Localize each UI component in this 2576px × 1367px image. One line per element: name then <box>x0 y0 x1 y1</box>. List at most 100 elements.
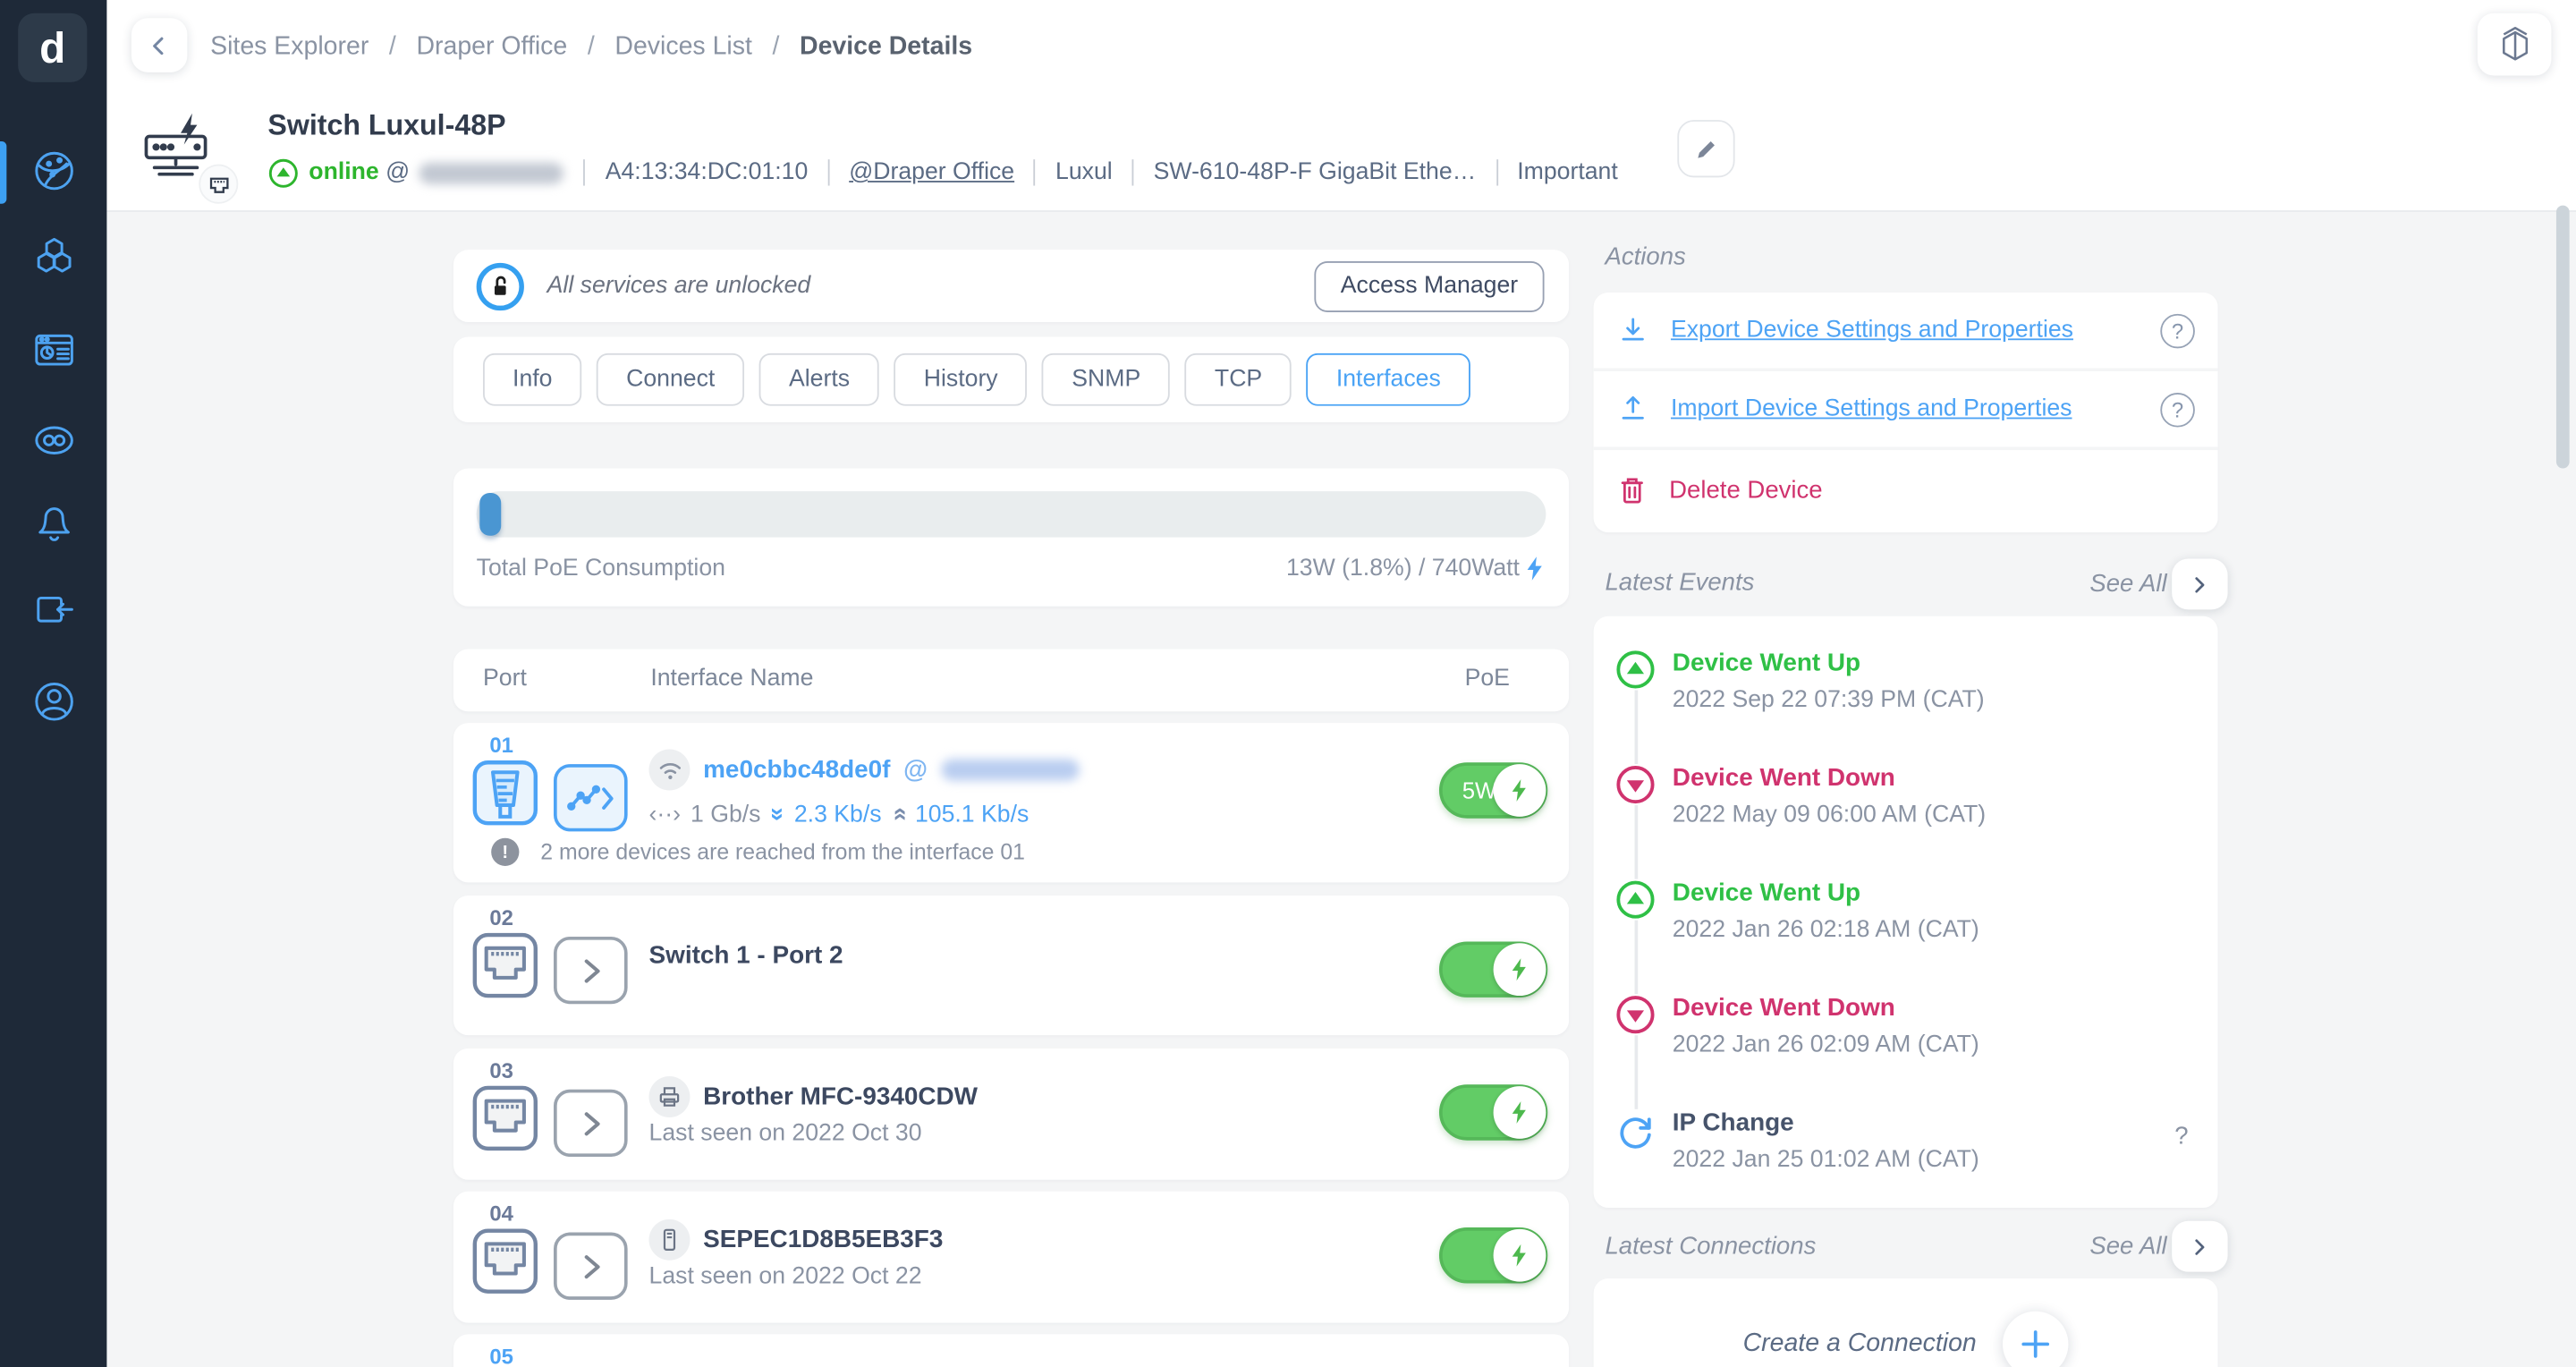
interface-name: SEPEC1D8B5EB3F3 <box>703 1226 943 1253</box>
event-title: IP Change <box>1673 1109 1794 1137</box>
lightning-icon <box>1510 777 1530 803</box>
tab-alerts[interactable]: Alerts <box>759 353 879 406</box>
create-connection-label: Create a Connection <box>1743 1329 1977 1359</box>
sidebar-item-monitoring[interactable] <box>30 418 76 463</box>
scrollbar-thumb[interactable] <box>2556 206 2570 469</box>
connections-see-all-button[interactable] <box>2172 1221 2227 1272</box>
table-row-port-01: 01 <box>453 723 1569 882</box>
event-title: Device Went Up <box>1673 650 1860 677</box>
latest-connections-card: Create a Connection <box>1594 1278 2218 1367</box>
create-connection-button[interactable] <box>2003 1312 2068 1367</box>
ethernet-port-icon <box>207 172 232 197</box>
poe-summary-card: Total PoE Consumption 13W (1.8%) / 740Wa… <box>453 468 1569 606</box>
table-row-port-04: 04 SEPEC1D8B5EB3F3 <box>453 1192 1569 1323</box>
sidebar-item-share[interactable] <box>30 589 76 634</box>
table-row-port-03: 03 Brother MFC-9340CDW <box>453 1049 1569 1180</box>
tab-connect[interactable]: Connect <box>597 353 744 406</box>
down-event-icon <box>1615 764 1657 805</box>
lightning-icon <box>1524 556 1546 582</box>
tab-history[interactable]: History <box>894 353 1028 406</box>
interface-details-button[interactable] <box>554 937 628 1004</box>
events-see-all[interactable]: See All <box>2089 570 2166 598</box>
tab-interfaces[interactable]: Interfaces <box>1307 353 1470 406</box>
interface-name-link[interactable]: me0cbbc48de0f <box>703 756 890 784</box>
sidebar-item-network-explorer[interactable] <box>30 148 76 193</box>
link-arrows-icon: ‹··› <box>649 801 682 827</box>
unlock-icon <box>477 262 524 310</box>
col-interface-name: Interface Name <box>650 666 813 692</box>
port-number: 03 <box>489 1058 513 1083</box>
sidebar-active-indicator <box>0 141 6 204</box>
upload-speed: 105.1 Kb/s <box>915 801 1029 827</box>
breadcrumb-separator: / <box>588 33 595 61</box>
tab-bar: Info Connect Alerts History SNMP TCP Int… <box>453 337 1569 423</box>
last-seen: Last seen on 2022 Oct 30 <box>649 1121 922 1147</box>
delete-label: Delete Device <box>1669 476 2195 504</box>
device-model: SW-610-48P-F GigaBit Ethe… <box>1154 159 1477 185</box>
breadcrumb-site[interactable]: Draper Office <box>416 33 567 61</box>
events-see-all-button[interactable] <box>2172 558 2227 609</box>
poe-toggle-port-02[interactable] <box>1439 941 1547 997</box>
delete-device-action[interactable]: Delete Device <box>1594 450 2218 529</box>
tab-tcp[interactable]: TCP <box>1185 353 1292 406</box>
export-settings-action[interactable]: Export Device Settings and Properties ? <box>1594 293 2218 371</box>
app-viewport: d <box>0 0 2576 1367</box>
tab-snmp[interactable]: SNMP <box>1042 353 1170 406</box>
table-row-port-02: 02 Switch 1 - Port 2 <box>453 896 1569 1035</box>
interfaces-table-header: Port Interface Name PoE <box>453 650 1569 712</box>
port-number: 01 <box>489 733 513 758</box>
user-circle-icon <box>30 679 76 725</box>
device-title: Switch Luxul-48P <box>267 108 505 143</box>
poe-toggle-port-04[interactable] <box>1439 1227 1547 1283</box>
access-manager-button[interactable]: Access Manager <box>1314 260 1544 311</box>
sidebar-item-dashboard[interactable] <box>30 327 76 373</box>
at-symbol: @ <box>903 756 928 784</box>
app-logo[interactable]: d <box>18 13 87 82</box>
help-icon[interactable]: ? <box>2160 392 2195 427</box>
event-help[interactable]: ? <box>2174 1122 2188 1150</box>
sidebar-item-alerts[interactable] <box>30 499 76 545</box>
services-message: All services are unlocked <box>547 273 1315 299</box>
event-time: 2022 Jan 25 01:02 AM (CAT) <box>1673 1147 1979 1173</box>
chevron-right-icon <box>2187 571 2213 597</box>
latest-events-card: Device Went Up 2022 Sep 22 07:39 PM (CAT… <box>1594 616 2218 1208</box>
poe-toggle-port-01[interactable]: 5W <box>1439 762 1547 818</box>
eye-infinity-icon <box>30 418 76 463</box>
interface-name-line: Brother MFC-9340CDW <box>649 1076 978 1117</box>
sidebar-item-apps[interactable] <box>30 236 76 282</box>
sidebar-item-account[interactable] <box>30 679 76 725</box>
interface-details-button[interactable] <box>554 1090 628 1157</box>
device-importance: Important <box>1517 159 1618 185</box>
poe-usage-fill <box>479 493 501 536</box>
ip-change-icon <box>1615 1109 1657 1150</box>
up-event-icon <box>1615 650 1657 691</box>
site-link[interactable]: @Draper Office <box>849 159 1014 185</box>
event-title: Device Went Down <box>1673 994 1895 1022</box>
connections-see-all[interactable]: See All <box>2089 1233 2166 1261</box>
col-poe: PoE <box>1465 666 1510 692</box>
interface-name-line: me0cbbc48de0f @ <box>649 750 1080 791</box>
interface-usage-chart-button[interactable] <box>554 764 628 831</box>
status-online: online <box>309 159 378 185</box>
back-button[interactable] <box>131 18 187 72</box>
poe-summary-label: Total PoE Consumption <box>477 556 725 582</box>
help-icon[interactable]: ? <box>2160 313 2195 348</box>
trend-chart-icon <box>564 778 617 818</box>
import-label: Import Device Settings and Properties <box>1671 396 2160 422</box>
tab-info[interactable]: Info <box>483 353 582 406</box>
redacted-ip <box>419 162 564 183</box>
breadcrumb-sites-explorer[interactable]: Sites Explorer <box>210 33 369 61</box>
knowledge-base-button[interactable] <box>2478 13 2552 76</box>
redacted-ip <box>941 760 1079 781</box>
interface-note: ! 2 more devices are reached from the in… <box>491 838 1025 866</box>
poe-toggle-port-03[interactable] <box>1439 1084 1547 1140</box>
import-settings-action[interactable]: Import Device Settings and Properties ? <box>1594 371 2218 450</box>
breadcrumb-devices-list[interactable]: Devices List <box>614 33 751 61</box>
edit-device-button[interactable] <box>1677 120 1734 177</box>
export-label: Export Device Settings and Properties <box>1671 317 2160 343</box>
wifi-icon <box>649 750 691 791</box>
interface-details-button[interactable] <box>554 1233 628 1300</box>
poe-value-text: 13W (1.8%) / 740Watt <box>1286 556 1520 582</box>
share-box-icon <box>30 589 76 634</box>
event-title: Device Went Up <box>1673 879 1860 907</box>
